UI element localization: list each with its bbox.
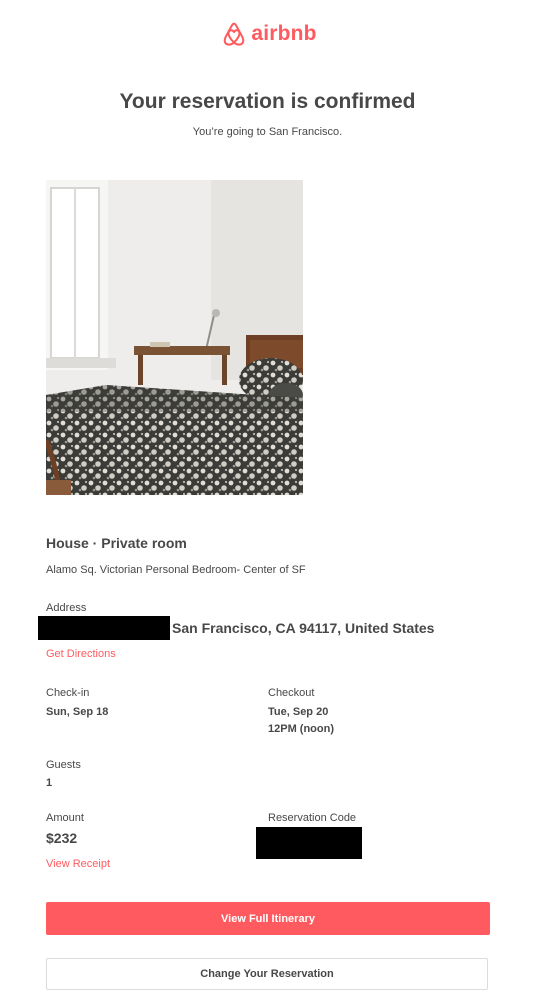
guests-count: 1 xyxy=(46,777,53,789)
reservation-code-redaction xyxy=(256,827,362,859)
address-label: Address xyxy=(46,602,87,614)
address-text: San Francisco, CA 94117, United States xyxy=(172,620,435,636)
get-directions-link[interactable]: Get Directions xyxy=(46,648,116,660)
airbnb-logo-icon xyxy=(223,22,245,46)
view-full-itinerary-button[interactable]: View Full Itinerary xyxy=(46,902,490,935)
checkin-date: Sun, Sep 18 xyxy=(46,706,109,718)
listing-name: Alamo Sq. Victorian Personal Bedroom- Ce… xyxy=(46,564,306,576)
view-receipt-link[interactable]: View Receipt xyxy=(46,858,110,870)
reservation-code-label: Reservation Code xyxy=(268,812,357,824)
checkin-label: Check-in xyxy=(46,687,90,699)
checkout-date: Tue, Sep 20 xyxy=(268,706,329,718)
listing-photo[interactable] xyxy=(46,180,303,495)
page-subtitle: You’re going to San Francisco. xyxy=(192,126,343,138)
address-street-redaction xyxy=(38,616,170,640)
brand-header: airbnb xyxy=(0,22,540,46)
guests-label: Guests xyxy=(46,759,81,771)
checkout-time: 12PM (noon) xyxy=(268,723,334,735)
page-title: Your reservation is confirmed xyxy=(119,90,416,113)
brand-name: airbnb xyxy=(251,22,317,45)
change-reservation-button[interactable]: Change Your Reservation xyxy=(46,958,488,990)
checkout-label: Checkout xyxy=(268,687,315,699)
amount-value: $232 xyxy=(46,830,78,846)
room-type: House · Private room xyxy=(46,535,187,551)
amount-label: Amount xyxy=(46,812,84,824)
